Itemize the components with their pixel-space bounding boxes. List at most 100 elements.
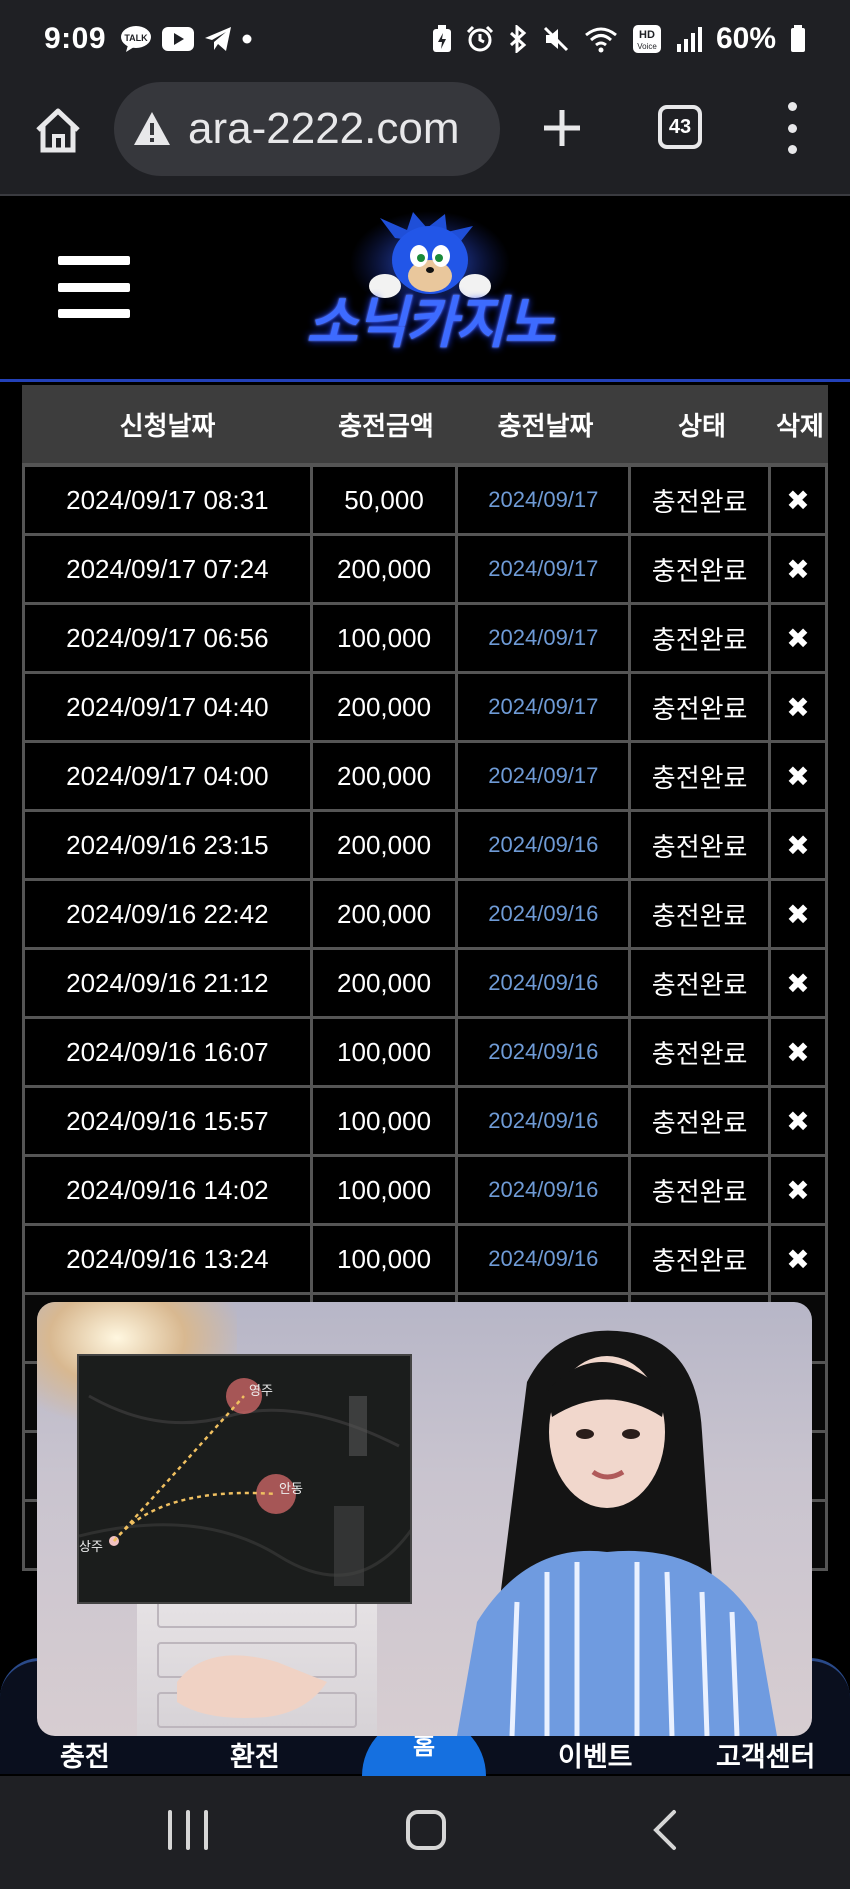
youtube-icon <box>162 27 195 51</box>
requested-date-cell: 2024/09/17 04:40 <box>25 674 310 740</box>
video-overlay[interactable]: 영주 안동 상주 <box>37 1302 812 1736</box>
amount-cell: 100,000 <box>312 1157 456 1223</box>
status-cell: 충전완료 <box>631 1088 769 1154</box>
requested-date-cell: 2024/09/16 15:57 <box>25 1088 310 1154</box>
table-row: 2024/09/16 13:24 100,000 2024/09/16 충전완료 ✖ <box>22 1226 828 1295</box>
delete-icon[interactable]: ✖ <box>771 674 825 740</box>
delete-icon[interactable]: ✖ <box>771 467 825 533</box>
alarm-icon <box>466 25 494 53</box>
charge-date-cell: 2024/09/17 <box>458 467 629 533</box>
status-cell: 충전완료 <box>631 881 769 947</box>
more-menu-icon[interactable] <box>782 102 802 154</box>
address-bar[interactable]: ara-2222.com <box>114 82 500 176</box>
delete-icon[interactable]: ✖ <box>771 1226 825 1292</box>
requested-date-cell: 2024/09/16 21:12 <box>25 950 310 1016</box>
status-cell: 충전완료 <box>631 743 769 809</box>
url-text[interactable]: ara-2222.com <box>188 104 459 154</box>
charge-date-cell: 2024/09/17 <box>458 536 629 602</box>
status-cell: 충전완료 <box>631 605 769 671</box>
requested-date-cell: 2024/09/17 07:24 <box>25 536 310 602</box>
delete-icon[interactable]: ✖ <box>771 950 825 1016</box>
dot-icon <box>242 34 252 44</box>
table-row: 2024/09/17 04:40 200,000 2024/09/17 충전완료 ✖ <box>22 674 828 743</box>
header-delete: 삭제 <box>776 410 824 441</box>
back-icon[interactable] <box>650 1808 680 1852</box>
site-logo[interactable]: 소닉카지노 <box>285 208 575 373</box>
nav-exchange[interactable]: 환전 <box>230 1735 280 1774</box>
requested-date-cell: 2024/09/17 06:56 <box>25 605 310 671</box>
charge-date-cell: 2024/09/16 <box>458 812 629 878</box>
status-cell: 충전완료 <box>631 536 769 602</box>
hamburger-menu-icon[interactable] <box>58 256 130 318</box>
amount-cell: 100,000 <box>312 1019 456 1085</box>
table-row: 2024/09/16 14:02 100,000 2024/09/16 충전완료 ✖ <box>22 1157 828 1226</box>
svg-text:Voice: Voice <box>637 42 657 51</box>
charge-date-cell: 2024/09/17 <box>458 743 629 809</box>
charge-date-cell: 2024/09/16 <box>458 950 629 1016</box>
telegram-icon <box>204 26 232 52</box>
tab-count: 43 <box>668 115 692 138</box>
delete-icon[interactable]: ✖ <box>771 536 825 602</box>
delete-icon[interactable]: ✖ <box>771 743 825 809</box>
amount-cell: 200,000 <box>312 881 456 947</box>
not-secure-warning-icon[interactable] <box>132 109 172 149</box>
wifi-icon <box>584 25 618 53</box>
table-row: 2024/09/16 21:12 200,000 2024/09/16 충전완료 ✖ <box>22 950 828 1019</box>
browser-toolbar: ara-2222.com 43 <box>0 78 850 196</box>
table-row: 2024/09/17 06:56 100,000 2024/09/17 충전완료 ✖ <box>22 605 828 674</box>
table-row: 2024/09/16 15:57 100,000 2024/09/16 충전완료 ✖ <box>22 1088 828 1157</box>
amount-cell: 200,000 <box>312 743 456 809</box>
delete-icon[interactable]: ✖ <box>771 1019 825 1085</box>
charge-date-cell: 2024/09/16 <box>458 881 629 947</box>
table-row: 2024/09/17 04:00 200,000 2024/09/17 충전완료 ✖ <box>22 743 828 812</box>
signal-icon <box>676 26 702 52</box>
requested-date-cell: 2024/09/17 08:31 <box>25 467 310 533</box>
requested-date-cell: 2024/09/16 23:15 <box>25 812 310 878</box>
delete-icon[interactable]: ✖ <box>771 605 825 671</box>
header-request-date: 신청날짜 <box>119 410 216 441</box>
status-cell: 충전완료 <box>631 1226 769 1292</box>
status-cell: 충전완료 <box>631 467 769 533</box>
map-label: 영주 <box>249 1383 273 1398</box>
bluetooth-icon <box>508 25 528 53</box>
status-cell: 충전완료 <box>631 1157 769 1223</box>
table-row: 2024/09/17 07:24 200,000 2024/09/17 충전완료 ✖ <box>22 536 828 605</box>
table-row: 2024/09/17 08:31 50,000 2024/09/17 충전완료 ✖ <box>22 467 828 536</box>
requested-date-cell: 2024/09/16 14:02 <box>25 1157 310 1223</box>
home-icon[interactable] <box>32 104 84 156</box>
delete-icon[interactable]: ✖ <box>771 1157 825 1223</box>
battery-icon <box>790 25 806 53</box>
status-cell: 충전완료 <box>631 674 769 740</box>
amount-cell: 100,000 <box>312 1226 456 1292</box>
notification-icons: TALK <box>120 25 252 53</box>
delete-icon[interactable]: ✖ <box>771 1088 825 1154</box>
delete-icon[interactable]: ✖ <box>771 812 825 878</box>
requested-date-cell: 2024/09/16 22:42 <box>25 881 310 947</box>
recent-apps-icon[interactable] <box>168 1810 208 1850</box>
charge-date-cell: 2024/09/16 <box>458 1157 629 1223</box>
new-tab-icon[interactable] <box>538 104 586 152</box>
table-row: 2024/09/16 23:15 200,000 2024/09/16 충전완료 ✖ <box>22 812 828 881</box>
site-header: 소닉카지노 <box>0 196 850 382</box>
amount-cell: 100,000 <box>312 605 456 671</box>
delete-icon[interactable]: ✖ <box>771 881 825 947</box>
nav-charge[interactable]: 충전 <box>60 1735 110 1774</box>
tab-switcher-button[interactable]: 43 <box>658 105 702 149</box>
map-route-graphic <box>79 1378 410 1586</box>
gesturing-hand <box>177 1655 327 1718</box>
system-navigation-bar <box>0 1776 850 1889</box>
charge-date-cell: 2024/09/16 <box>458 1226 629 1292</box>
svg-text:HD: HD <box>639 29 655 41</box>
status-cell: 충전완료 <box>631 812 769 878</box>
requested-date-cell: 2024/09/16 13:24 <box>25 1226 310 1292</box>
battery-percent: 60% <box>715 22 776 55</box>
header-amount: 충전금액 <box>338 410 434 441</box>
home-circle-icon[interactable] <box>406 1810 446 1850</box>
map-label: 상주 <box>79 1539 103 1554</box>
amount-cell: 100,000 <box>312 1088 456 1154</box>
header-charge-date: 충전날짜 <box>497 410 594 441</box>
nav-event[interactable]: 이벤트 <box>558 1735 633 1774</box>
requested-date-cell: 2024/09/17 04:00 <box>25 743 310 809</box>
nav-support[interactable]: 고객센터 <box>716 1735 815 1774</box>
hd-voice-icon: HD Voice <box>632 24 662 54</box>
